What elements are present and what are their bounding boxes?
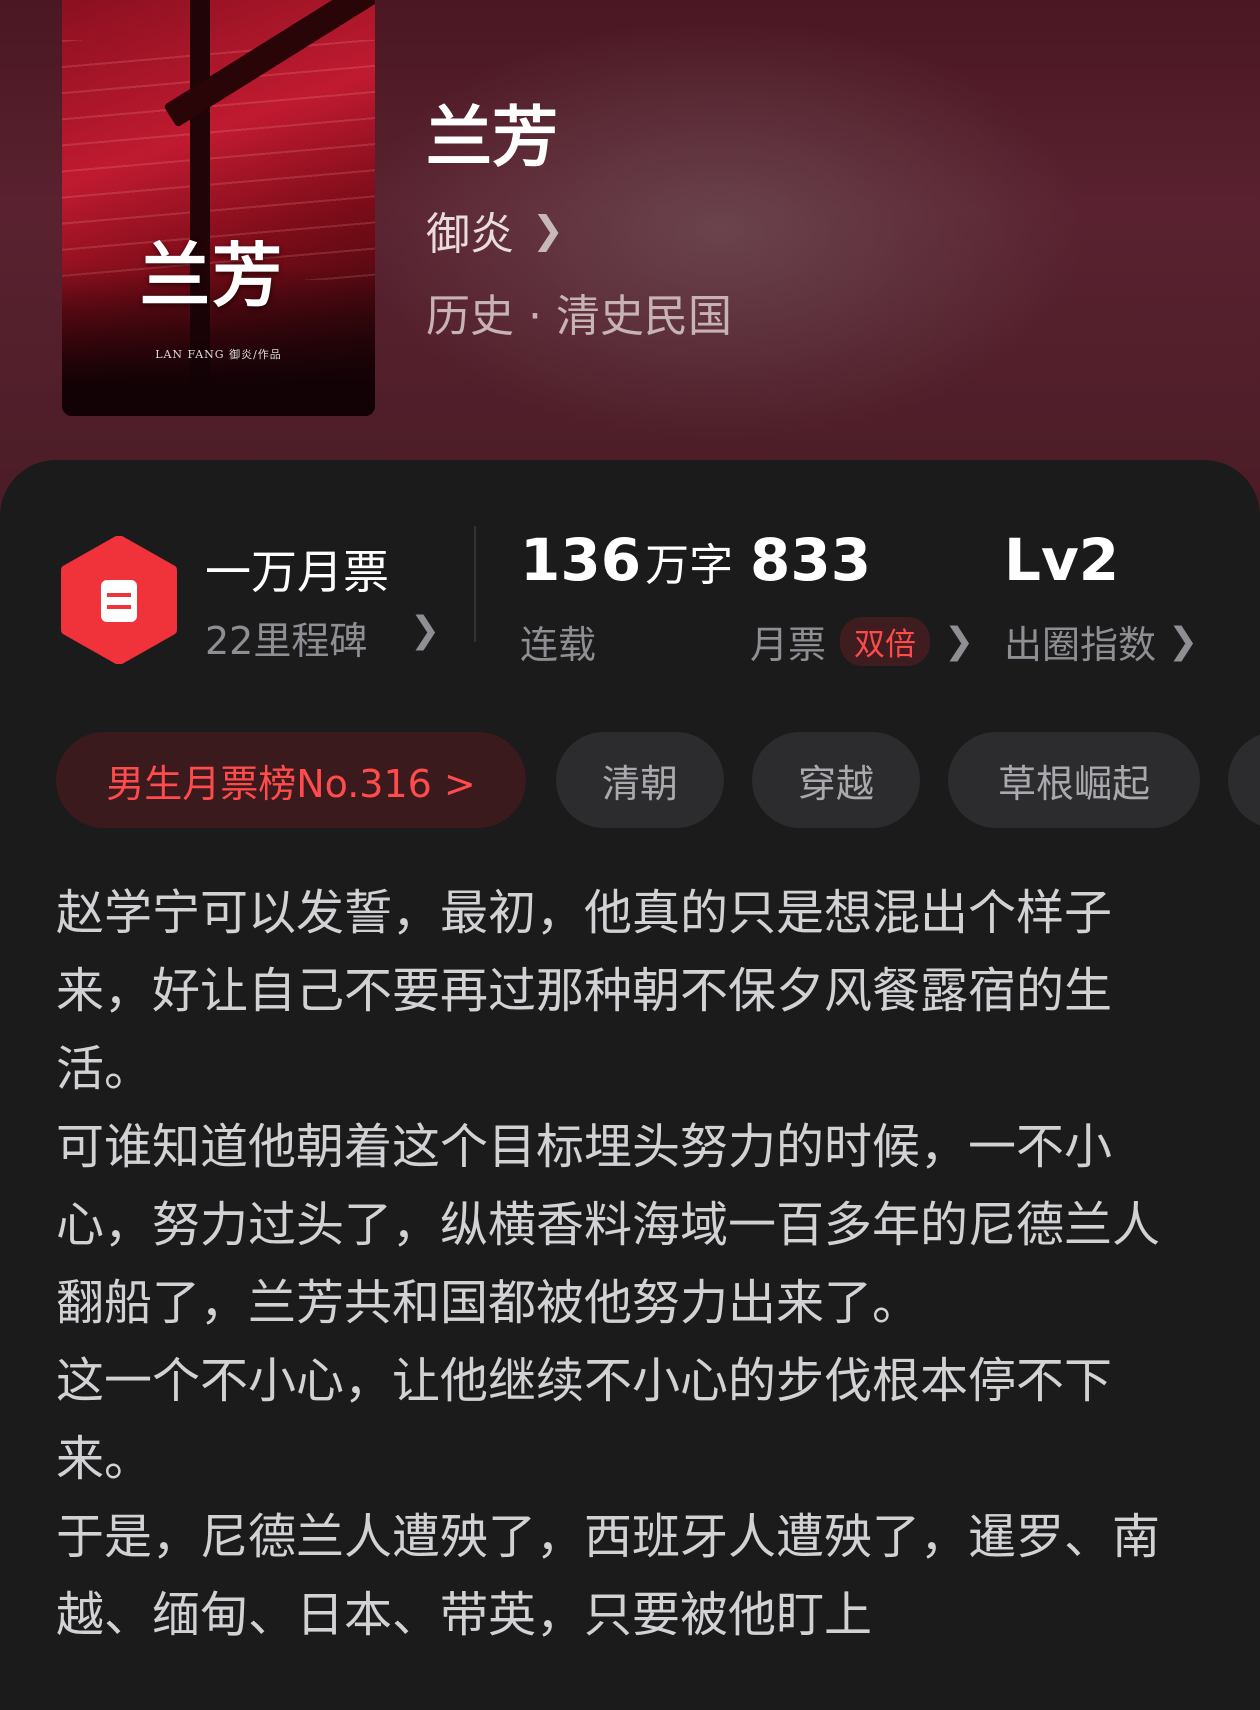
tag-chip[interactable]: 清朝 [556,732,724,828]
chevron-right-icon: ❯ [532,208,564,252]
book-title: 兰芳 [426,99,558,176]
popularity-row[interactable]: 出圈指数 ❯ [1004,614,1198,669]
milestone-title[interactable]: 一万月票 [205,536,389,602]
tag-row: 男生月票榜No.316 > 清朝 穿越 草根崛起 [56,732,1260,828]
popularity-label: 出圈指数 [1004,623,1157,667]
word-count-unit: 万字 [645,540,734,591]
tag-chip[interactable]: 草根崛起 [948,732,1200,828]
author-link[interactable]: 御炎 ❯ [426,198,564,262]
popularity-level[interactable]: Lv2 [1004,526,1119,594]
book-info-panel: 一万月票 22里程碑 ❯ 136万字 连载 833 月票 双倍 ❯ Lv2 出圈… [0,460,1260,1710]
monthly-ticket-label: 月票 [750,623,827,667]
chevron-right-icon[interactable]: ❯ [410,610,440,651]
description-paragraph: 这一个不小心，让他继续不小心的步伐根本停不下来。 [56,1353,1113,1487]
tag-chip-partial[interactable] [1228,732,1260,828]
stats-divider [474,526,476,642]
serial-status: 连载 [520,623,597,667]
author-name: 御炎 [426,209,514,260]
cover-title: 兰芳 [140,234,284,317]
tag-chip[interactable]: 穿越 [752,732,920,828]
cover-byline: LAN FANG 御炎/作品 [155,348,282,361]
description-paragraph: 赵学宁可以发誓，最初，他真的只是想混出个样子来，好让自己不要再过那种朝不保夕风餐… [56,885,1113,1097]
milestone-sub[interactable]: 22里程碑 [205,610,367,665]
monthly-ticket-row[interactable]: 月票 双倍 ❯ [750,614,974,669]
monthly-ticket-count[interactable]: 833 [750,526,871,594]
description-paragraph: 可谁知道他朝着这个目标埋头努力的时候，一不小心，努力过头了，纵横香料海域一百多年… [56,1119,1161,1331]
ticket-hexagon-icon[interactable] [60,536,178,664]
chevron-right-icon: ❯ [944,621,975,662]
book-header: 兰芳 LAN FANG 御炎/作品 兰芳 御炎 ❯ 历史 · 清史民国 [0,0,1260,520]
book-cover[interactable]: 兰芳 LAN FANG 御炎/作品 [62,0,375,416]
chevron-right-icon: ❯ [1168,621,1199,662]
description-paragraph: 于是，尼德兰人遭殃了，西班牙人遭殃了，暹罗、南越、缅甸、日本、带英，只要被他盯上 [56,1509,1161,1643]
rank-tag[interactable]: 男生月票榜No.316 > [56,732,526,828]
word-count-number: 136 [520,526,642,594]
book-category: 历史 · 清史民国 [426,291,732,342]
double-badge: 双倍 [840,617,931,666]
book-description[interactable]: 赵学宁可以发誓，最初，他真的只是想混出个样子来，好让自己不要再过那种朝不保夕风餐… [56,874,1166,1654]
word-count: 136万字 [520,526,733,594]
